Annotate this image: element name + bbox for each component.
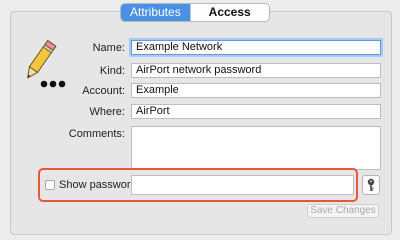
kind-label: Kind: xyxy=(99,65,125,77)
keychain-key-button[interactable] xyxy=(362,175,380,195)
tab-attributes[interactable]: Attributes xyxy=(121,4,190,21)
show-password-checkbox[interactable] xyxy=(45,180,55,190)
show-password-label[interactable]: Show password: xyxy=(59,179,140,191)
name-field[interactable]: Example Network xyxy=(131,40,381,55)
key-icon xyxy=(367,178,375,191)
tab-bar: Attributes Access Control xyxy=(121,4,269,21)
save-changes-button[interactable]: Save Changes xyxy=(307,204,379,218)
name-label: Name: xyxy=(92,42,125,54)
account-field[interactable]: Example xyxy=(131,83,381,98)
kind-field[interactable]: AirPort network password xyxy=(131,63,381,78)
account-label: Account: xyxy=(82,85,125,97)
tab-access-control[interactable]: Access Control xyxy=(189,4,269,21)
comments-label: Comments: xyxy=(68,128,125,140)
comments-textarea[interactable] xyxy=(131,126,381,170)
where-field[interactable]: AirPort xyxy=(131,104,381,119)
keychain-item-window: Attributes Access Control Name: Example … xyxy=(0,0,400,240)
where-label: Where: xyxy=(89,106,125,118)
password-field[interactable] xyxy=(131,175,354,195)
